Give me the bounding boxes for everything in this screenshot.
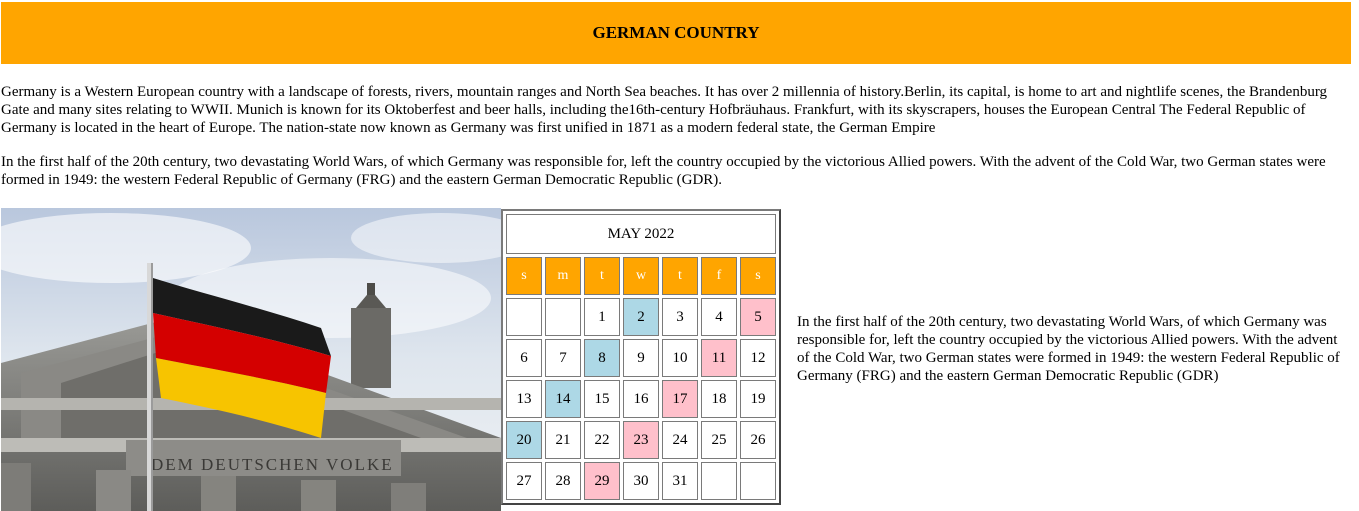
- reichstag-flag-photo: DEM DEUTSCHEN VOLKE: [1, 208, 501, 511]
- calendar-day: 11: [701, 339, 737, 377]
- calendar-day: 20: [506, 421, 542, 459]
- calendar-table: MAY 2022 s m t w t f s 1 2 3 4 5 6 7 8 9…: [503, 211, 779, 503]
- weekday-header: w: [623, 257, 659, 295]
- weekday-header: t: [584, 257, 620, 295]
- calendar-day: 17: [662, 380, 698, 418]
- calendar-day: 14: [545, 380, 581, 418]
- calendar-day: 18: [701, 380, 737, 418]
- calendar-day: 6: [506, 339, 542, 377]
- calendar-day: 5: [740, 298, 776, 336]
- calendar-day: 4: [701, 298, 737, 336]
- calendar-day: 21: [545, 421, 581, 459]
- calendar-day: 8: [584, 339, 620, 377]
- calendar-day: 13: [506, 380, 542, 418]
- side-paragraph: In the first half of the 20th century, t…: [797, 314, 1340, 384]
- page-header: GERMAN COUNTRY: [1, 2, 1351, 64]
- calendar-day: 31: [662, 462, 698, 500]
- page-title: GERMAN COUNTRY: [592, 23, 760, 42]
- calendar-day: 30: [623, 462, 659, 500]
- weekday-header: s: [740, 257, 776, 295]
- calendar-day: 9: [623, 339, 659, 377]
- calendar-day: 2: [623, 298, 659, 336]
- calendar-day: [740, 462, 776, 500]
- calendar-day: 23: [623, 421, 659, 459]
- calendar: MAY 2022 s m t w t f s 1 2 3 4 5 6 7 8 9…: [501, 209, 781, 505]
- calendar-title: MAY 2022: [506, 214, 776, 254]
- calendar-day: 3: [662, 298, 698, 336]
- calendar-day: 27: [506, 462, 542, 500]
- calendar-day: 10: [662, 339, 698, 377]
- intro-paragraph: Germany is a Western European country wi…: [1, 84, 1328, 136]
- calendar-day: 28: [545, 462, 581, 500]
- calendar-day: [506, 298, 542, 336]
- weekday-header: s: [506, 257, 542, 295]
- calendar-day: 24: [662, 421, 698, 459]
- svg-text:DEM DEUTSCHEN VOLKE: DEM DEUTSCHEN VOLKE: [151, 455, 394, 474]
- weekday-header: t: [662, 257, 698, 295]
- calendar-day: 19: [740, 380, 776, 418]
- calendar-day: 29: [584, 462, 620, 500]
- calendar-day: 25: [701, 421, 737, 459]
- calendar-day: 15: [584, 380, 620, 418]
- calendar-day: 1: [584, 298, 620, 336]
- calendar-day: [545, 298, 581, 336]
- calendar-day: 22: [584, 421, 620, 459]
- calendar-day: 26: [740, 421, 776, 459]
- weekday-header: f: [701, 257, 737, 295]
- calendar-day: [701, 462, 737, 500]
- calendar-day: 16: [623, 380, 659, 418]
- weekday-header: m: [545, 257, 581, 295]
- calendar-day: 12: [740, 339, 776, 377]
- history-paragraph: In the first half of the 20th century, t…: [1, 154, 1326, 188]
- calendar-day: 7: [545, 339, 581, 377]
